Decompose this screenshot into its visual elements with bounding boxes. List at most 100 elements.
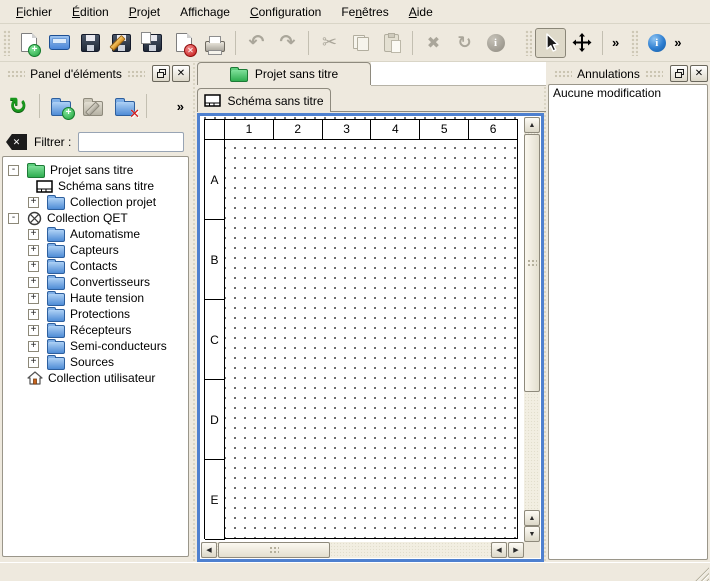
- expand-expander[interactable]: +: [28, 309, 39, 320]
- tree-item-haute-tension[interactable]: + Haute tension: [3, 290, 188, 306]
- reload-collections-button[interactable]: ↻: [2, 90, 34, 122]
- element-info-button[interactable]: i: [480, 28, 511, 58]
- new-category-button[interactable]: +: [45, 90, 77, 122]
- toolbar-overflow-button[interactable]: »: [674, 35, 681, 50]
- expand-expander[interactable]: +: [28, 357, 39, 368]
- menu-affichage[interactable]: Affichage: [170, 2, 240, 22]
- menu-fichier[interactable]: Fichier: [6, 2, 62, 22]
- tree-item-schema-sans-titre[interactable]: Schéma sans titre: [3, 178, 188, 194]
- open-button[interactable]: [44, 28, 75, 58]
- toolbar-separator: [412, 31, 413, 55]
- toolbar-handle[interactable]: [525, 30, 532, 56]
- collapse-expander[interactable]: -: [8, 165, 19, 176]
- tree-item-sources[interactable]: + Sources: [3, 354, 188, 370]
- float-icon: [157, 69, 166, 78]
- collapse-expander[interactable]: -: [8, 213, 19, 224]
- delete-category-button[interactable]: ✕: [109, 90, 141, 122]
- expand-expander[interactable]: +: [28, 341, 39, 352]
- tab-schema-sans-titre[interactable]: Schéma sans titre: [197, 88, 331, 112]
- save-button[interactable]: [75, 28, 106, 58]
- print-button[interactable]: [199, 28, 230, 58]
- schema-icon: [36, 180, 53, 193]
- expand-expander[interactable]: +: [28, 197, 39, 208]
- mdi-area: Projet sans titre Schéma sans titre 1 2: [197, 62, 546, 581]
- about-button[interactable]: i: [641, 28, 672, 58]
- expand-expander[interactable]: +: [28, 245, 39, 256]
- column-label: 4: [371, 120, 420, 140]
- elements-panel-titlebar[interactable]: Panel d'éléments ✕: [2, 64, 190, 83]
- undo-button[interactable]: ↶: [241, 28, 272, 58]
- expand-expander[interactable]: +: [28, 261, 39, 272]
- paste-icon: [384, 34, 399, 52]
- scroll-up-button[interactable]: ▲: [524, 117, 540, 133]
- rotate-button[interactable]: ↻: [449, 28, 480, 58]
- close-panel-button[interactable]: ✕: [690, 65, 708, 82]
- scroll-right-button[interactable]: ▶: [508, 542, 524, 558]
- redo-button[interactable]: ↷: [272, 28, 303, 58]
- move-tool-button[interactable]: [566, 28, 597, 58]
- float-panel-button[interactable]: [152, 65, 170, 82]
- tree-item-capteurs[interactable]: + Capteurs: [3, 242, 188, 258]
- toolbar-handle[interactable]: [3, 30, 10, 56]
- toolbar-overflow-button[interactable]: »: [612, 35, 619, 50]
- elements-panel-title: Panel d'éléments: [30, 67, 122, 81]
- tree-item-semi-conducteurs[interactable]: + Semi-conducteurs: [3, 338, 188, 354]
- schema-icon: [204, 94, 221, 107]
- info-gray-icon: i: [487, 34, 505, 52]
- menu-configuration[interactable]: Configuration: [240, 2, 331, 22]
- cut-button[interactable]: ✂: [314, 28, 345, 58]
- elements-tree: - Projet sans titre Schéma sans titre + …: [2, 156, 189, 557]
- select-tool-button[interactable]: [535, 28, 566, 58]
- menu-projet[interactable]: Projet: [119, 2, 170, 22]
- clear-filter-icon[interactable]: ✕: [6, 134, 27, 150]
- filter-input[interactable]: [78, 132, 184, 152]
- tree-item-collection-projet[interactable]: + Collection projet: [3, 194, 188, 210]
- folder-icon: [47, 243, 65, 258]
- close-icon: ✕: [177, 69, 185, 79]
- delete-button[interactable]: ✖: [418, 28, 449, 58]
- menu-aide[interactable]: Aide: [399, 2, 443, 22]
- tree-item-contacts[interactable]: + Contacts: [3, 258, 188, 274]
- undo-panel-dock: Annulations ✕ Aucune modification: [547, 62, 710, 581]
- save-all-button[interactable]: [137, 28, 168, 58]
- tree-item-protections[interactable]: + Protections: [3, 306, 188, 322]
- edit-category-button[interactable]: [77, 90, 109, 122]
- vertical-scrollbar[interactable]: ▲ ▲ ▼: [524, 117, 540, 542]
- expand-expander[interactable]: +: [28, 293, 39, 304]
- expand-expander[interactable]: +: [28, 277, 39, 288]
- copy-button[interactable]: [345, 28, 376, 58]
- redo-icon: ↷: [280, 31, 296, 54]
- plus-badge-icon: +: [62, 107, 75, 120]
- horizontal-scrollbar-thumb[interactable]: [218, 542, 330, 558]
- menu-edition[interactable]: Édition: [62, 2, 119, 22]
- tree-item-recepteurs[interactable]: + Récepteurs: [3, 322, 188, 338]
- tree-item-projet-sans-titre[interactable]: - Projet sans titre: [3, 162, 188, 178]
- toolbar-handle[interactable]: [631, 30, 638, 56]
- tree-item-collection-qet[interactable]: - Collection QET: [3, 210, 188, 226]
- undo-list-item[interactable]: Aucune modification: [549, 85, 707, 102]
- scroll-left-button[interactable]: ◀: [201, 542, 217, 558]
- scroll-left-button[interactable]: ◀: [491, 542, 507, 558]
- undo-panel-titlebar[interactable]: Annulations ✕: [549, 64, 708, 83]
- scroll-up-button[interactable]: ▲: [524, 510, 540, 526]
- horizontal-scrollbar[interactable]: ◀ ◀ ▶: [201, 542, 524, 558]
- tree-item-convertisseurs[interactable]: + Convertisseurs: [3, 274, 188, 290]
- float-panel-button[interactable]: [670, 65, 688, 82]
- schematic-canvas[interactable]: 1 2 3 4 5 6 A B C D E: [201, 117, 540, 558]
- save-as-button[interactable]: [106, 28, 137, 58]
- size-grip[interactable]: [695, 567, 709, 581]
- vertical-scrollbar-thumb[interactable]: [524, 134, 540, 392]
- expand-expander[interactable]: +: [28, 325, 39, 336]
- new-project-button[interactable]: +: [13, 28, 44, 58]
- menu-fenetres[interactable]: Fenêtres: [331, 2, 398, 22]
- close-file-button[interactable]: ✕: [168, 28, 199, 58]
- qet-collection-icon: [27, 211, 42, 226]
- tree-item-automatisme[interactable]: + Automatisme: [3, 226, 188, 242]
- tab-projet-sans-titre[interactable]: Projet sans titre: [197, 62, 371, 85]
- paste-button[interactable]: [376, 28, 407, 58]
- panel-overflow-button[interactable]: »: [177, 99, 184, 114]
- expand-expander[interactable]: +: [28, 229, 39, 240]
- close-panel-button[interactable]: ✕: [172, 65, 190, 82]
- scroll-down-button[interactable]: ▼: [524, 526, 540, 542]
- tree-item-collection-utilisateur[interactable]: Collection utilisateur: [3, 370, 188, 386]
